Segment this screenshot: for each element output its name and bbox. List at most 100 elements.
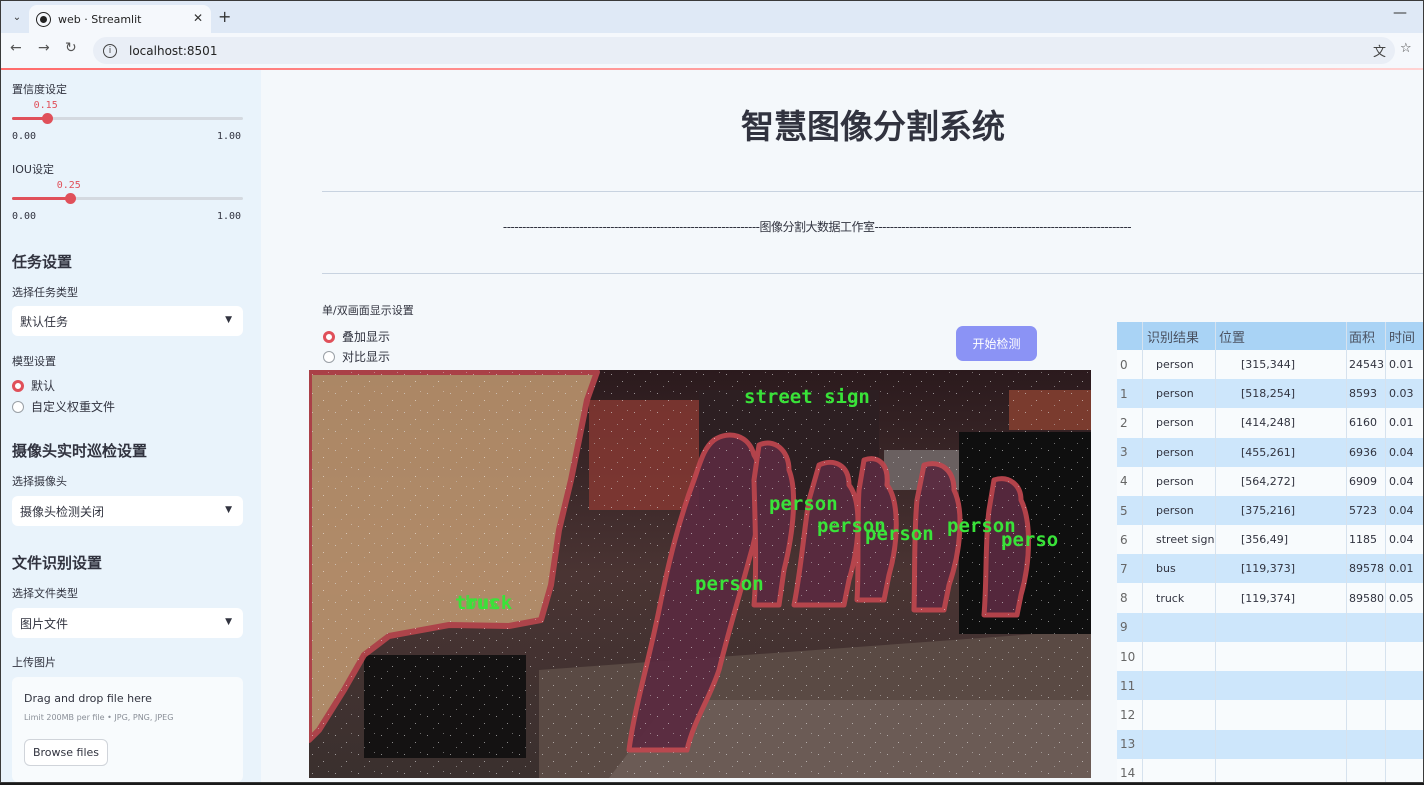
camera-select[interactable]: 摄像头检测关闭 ▼: [12, 496, 243, 526]
table-row[interactable]: 2 person [414,248] 6160 0.01: [1117, 408, 1423, 437]
model-settings-label: 模型设置: [12, 355, 56, 368]
row-index: 1: [1120, 386, 1128, 401]
reload-icon[interactable]: ↻: [65, 40, 77, 56]
start-detection-button[interactable]: 开始检测: [956, 326, 1037, 361]
model-option-custom-label: 自定义权重文件: [31, 400, 116, 414]
iou-slider-thumb[interactable]: [64, 193, 76, 204]
back-icon[interactable]: ←: [10, 40, 22, 56]
row-time: 0.01: [1389, 562, 1414, 576]
row-index: 8: [1120, 591, 1128, 606]
header-result: 识别结果: [1147, 330, 1200, 346]
radio-unselected-icon[interactable]: [12, 400, 24, 413]
studio-banner: ----------------------------------------…: [502, 220, 1132, 234]
row-index: 12: [1120, 707, 1136, 722]
browser-tab[interactable]: web · Streamlit ✕: [29, 5, 211, 33]
row-area: 89580: [1349, 591, 1384, 605]
minimize-icon[interactable]: —: [1393, 5, 1407, 21]
row-time: 0.03: [1389, 387, 1414, 401]
table-row[interactable]: 14: [1117, 759, 1423, 782]
row-area: 5723: [1349, 504, 1377, 517]
row-result: truck: [1156, 591, 1185, 605]
upload-label: 上传图片: [12, 656, 56, 669]
table-row[interactable]: 9: [1117, 612, 1423, 642]
table-row[interactable]: 4 person [564,272] 6909 0.04: [1117, 467, 1423, 496]
table-row[interactable]: 3 person [455,261] 6936 0.04: [1117, 437, 1423, 467]
row-area: 6160: [1349, 416, 1377, 430]
display-mode-label: 单/双画面显示设置: [322, 304, 414, 317]
file-type-selected: 图片文件: [20, 616, 69, 631]
label-person-3: person: [865, 523, 934, 545]
file-dropzone[interactable]: Drag and drop file here Limit 200MB per …: [12, 677, 243, 782]
page-title: 智慧图像分割系统: [741, 107, 1005, 146]
header-position: 位置: [1219, 330, 1246, 346]
table-row[interactable]: 6 street sign [356,49] 1185 0.04: [1117, 525, 1423, 554]
task-type-select[interactable]: 默认任务 ▼: [12, 306, 243, 336]
tab-bar: ⌄ web · Streamlit ✕ + —: [1, 1, 1423, 33]
file-settings-heading: 文件识别设置: [12, 554, 103, 572]
row-index: 10: [1120, 649, 1136, 664]
row-index: 2: [1120, 415, 1128, 430]
forward-icon[interactable]: →: [38, 40, 50, 56]
row-index: 3: [1120, 445, 1128, 460]
bookmark-star-icon[interactable]: ☆: [1400, 41, 1412, 56]
confidence-label: 置信度设定: [12, 83, 67, 96]
row-time: 0.04: [1389, 504, 1414, 517]
camera-settings-heading: 摄像头实时巡检设置: [12, 442, 148, 460]
confidence-slider-thumb[interactable]: [41, 113, 53, 124]
table-row[interactable]: 8 truck [119,374] 89580 0.05: [1117, 584, 1423, 613]
task-type-label: 选择任务类型: [12, 286, 78, 299]
radio-selected-icon[interactable]: [12, 379, 24, 392]
new-tab-icon[interactable]: +: [218, 7, 231, 26]
row-position: [356,49]: [1241, 533, 1289, 547]
model-option-custom[interactable]: 自定义权重文件: [12, 398, 115, 415]
table-row[interactable]: 0 person [315,344] 24543 0.01: [1117, 350, 1423, 379]
label-person-6: perso: [1001, 529, 1058, 551]
table-row[interactable]: 13: [1117, 729, 1423, 759]
confidence-slider[interactable]: [12, 113, 243, 124]
label-bus: bus: [465, 592, 499, 614]
label-street-sign: street sign: [744, 386, 870, 408]
row-result: person: [1156, 504, 1194, 517]
display-compare-option[interactable]: 对比显示: [323, 348, 390, 365]
row-position: [119,374]: [1241, 591, 1296, 605]
row-area: 6936: [1349, 445, 1377, 459]
address-bar[interactable]: i localhost:8501: [93, 37, 1395, 64]
display-overlay-option[interactable]: 叠加显示: [323, 328, 390, 345]
row-result: person: [1156, 416, 1194, 430]
row-area: 1185: [1349, 533, 1377, 547]
row-index: 7: [1120, 561, 1128, 576]
row-position: [518,254]: [1241, 387, 1296, 401]
sidebar: 置信度设定 0.15 0.00 1.00 IOU设定 0.25 0.00 1.0…: [1, 70, 261, 782]
row-result: street sign: [1156, 533, 1215, 547]
streamlit-favicon-icon: [36, 11, 51, 27]
close-tab-icon[interactable]: ✕: [193, 11, 203, 25]
site-info-icon[interactable]: i: [103, 43, 117, 58]
results-table[interactable]: 识别结果 位置 面积 时间 0 person [315,344] 24543 0.01 1…: [1117, 322, 1423, 782]
table-row[interactable]: 1 person [518,254] 8593 0.03: [1117, 379, 1423, 409]
iou-slider-fill: [12, 197, 70, 200]
tab-search-chevron-icon[interactable]: ⌄: [7, 7, 27, 27]
column-divider: [1142, 322, 1143, 782]
iou-slider[interactable]: [12, 193, 243, 204]
radio-selected-icon[interactable]: [323, 330, 335, 343]
translate-icon[interactable]: 文: [1373, 41, 1386, 60]
model-option-default[interactable]: 默认: [12, 377, 55, 394]
dropzone-title: Drag and drop file here: [24, 692, 152, 705]
table-row[interactable]: 11: [1117, 671, 1423, 701]
row-index: 5: [1120, 503, 1128, 518]
radio-unselected-icon[interactable]: [323, 350, 335, 363]
row-result: person: [1156, 474, 1194, 488]
table-row[interactable]: 5 person [375,216] 5723 0.04: [1117, 496, 1423, 525]
display-compare-label: 对比显示: [342, 350, 391, 364]
browse-files-button[interactable]: Browse files: [24, 739, 108, 766]
label-person-5: person: [695, 573, 764, 595]
table-row[interactable]: 7 bus [119,373] 89578 0.01: [1117, 554, 1423, 584]
row-result: person: [1156, 445, 1194, 459]
column-divider: [1215, 322, 1216, 782]
row-position: [375,216]: [1241, 504, 1296, 517]
table-row[interactable]: 12: [1117, 700, 1423, 729]
chevron-down-icon: ▼: [225, 617, 232, 627]
file-type-select[interactable]: 图片文件 ▼: [12, 608, 243, 638]
table-row[interactable]: 10: [1117, 642, 1423, 671]
confidence-value: 0.15: [33, 100, 58, 111]
